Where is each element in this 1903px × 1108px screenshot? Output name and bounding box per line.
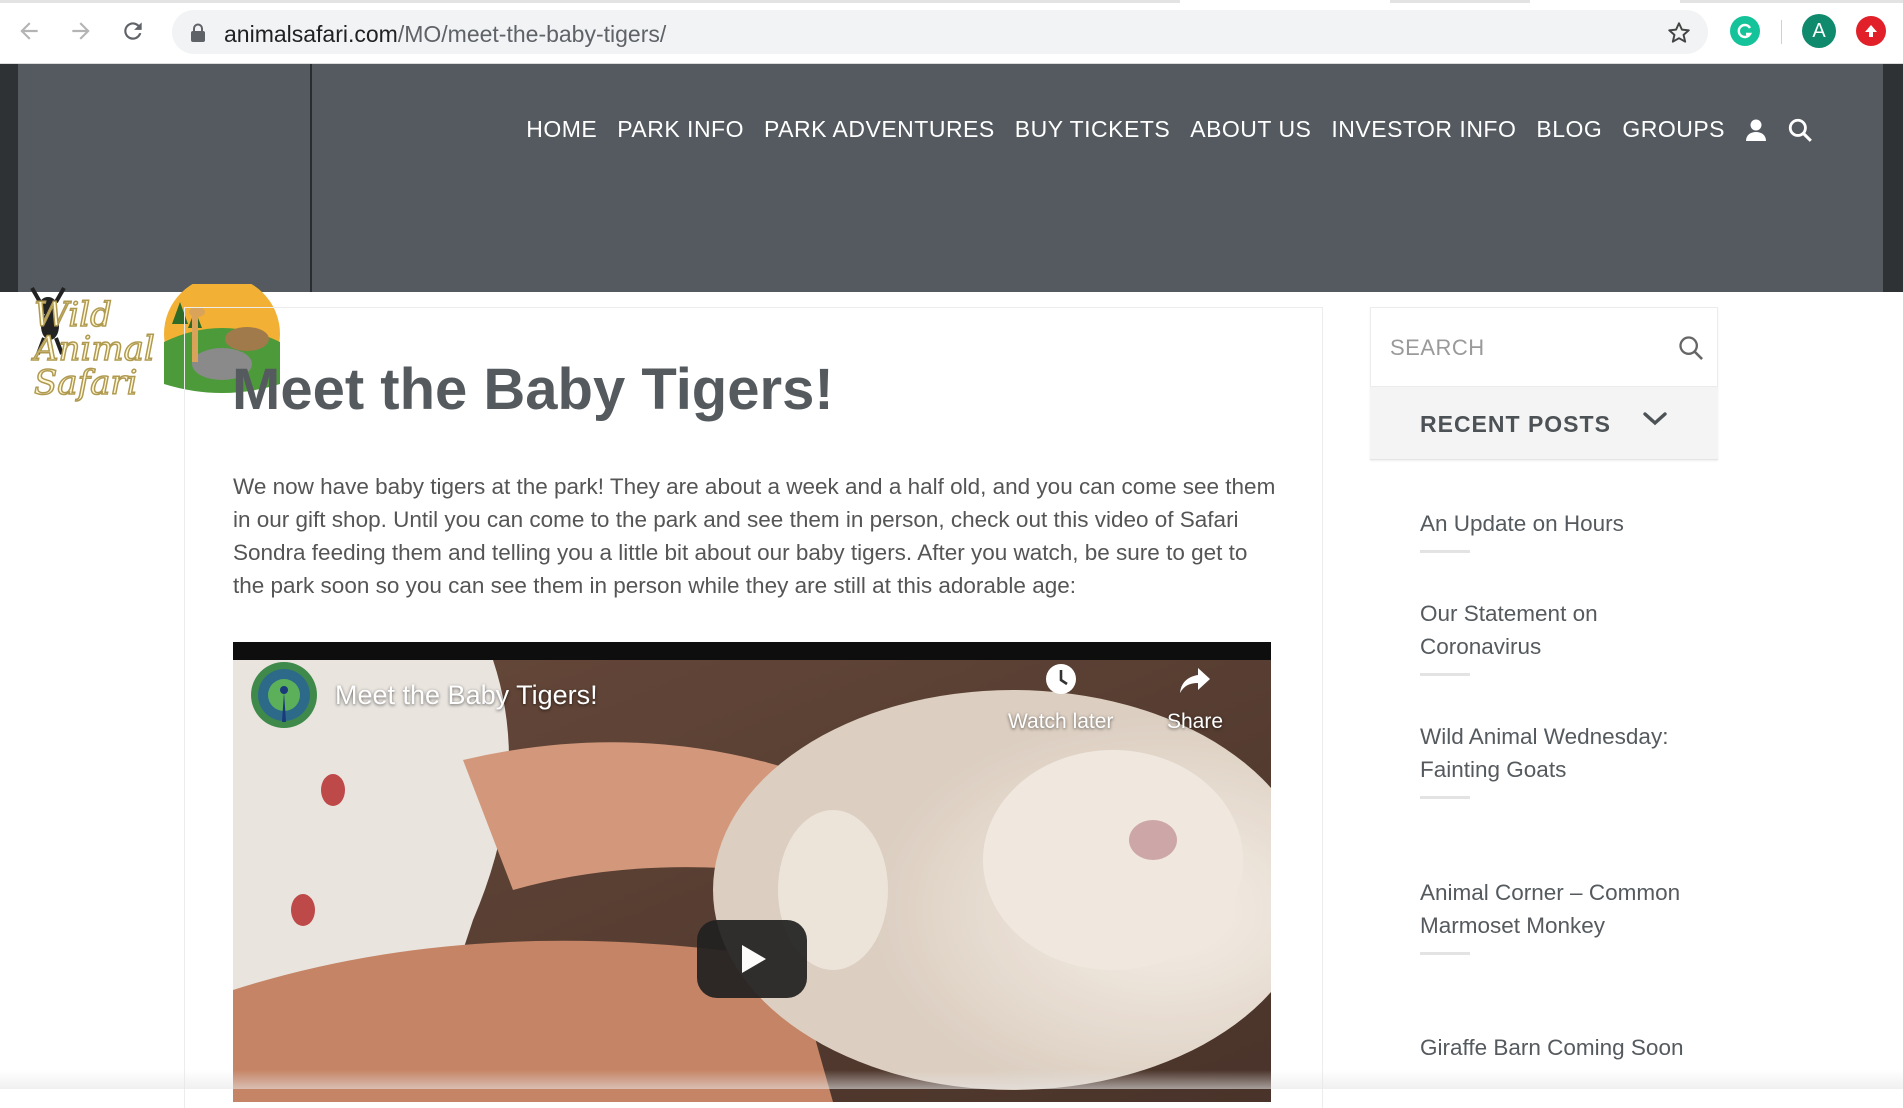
recent-post-link[interactable]: Our Statement on Coronavirus <box>1420 597 1690 663</box>
article-body: We now have baby tigers at the park! The… <box>233 474 1276 598</box>
video-player[interactable]: Meet the Baby Tigers! Watch later Share <box>233 642 1271 1102</box>
grammarly-icon[interactable] <box>1730 16 1760 46</box>
watch-later-label: Watch later <box>1008 710 1114 733</box>
profile-avatar-icon[interactable]: A <box>1802 14 1836 48</box>
search-input[interactable] <box>1388 328 1662 368</box>
url-path: /MO/meet-the-baby-tigers/ <box>397 21 667 47</box>
recent-post-link[interactable]: Animal Corner – Common Marmoset Monkey <box>1420 876 1690 942</box>
chevron-down-icon <box>1642 409 1668 434</box>
recent-post-link[interactable]: Wild Animal Wednesday: Fainting Goats <box>1420 720 1690 786</box>
header-edge-right <box>1883 64 1903 292</box>
video-thumbnail <box>233 660 1271 1102</box>
page-title: Meet the Baby Tigers! <box>232 357 834 422</box>
video-title[interactable]: Meet the Baby Tigers! <box>335 680 598 711</box>
share-button[interactable]: Share <box>1167 662 1223 734</box>
channel-avatar[interactable] <box>251 662 317 728</box>
back-arrow-icon[interactable] <box>14 16 44 46</box>
bottom-fade <box>0 1070 1903 1089</box>
main-nav: HOME PARK INFO PARK ADVENTURES BUY TICKE… <box>526 116 1813 143</box>
watch-later-button[interactable]: Watch later <box>1008 662 1113 734</box>
nav-about-us[interactable]: ABOUT US <box>1190 116 1311 143</box>
nav-park-info[interactable]: PARK INFO <box>617 116 744 143</box>
nav-park-adventures[interactable]: PARK ADVENTURES <box>764 116 995 143</box>
recent-posts-title: RECENT POSTS <box>1420 411 1611 437</box>
share-label: Share <box>1167 710 1224 733</box>
divider <box>1420 550 1470 553</box>
play-icon <box>742 945 766 973</box>
url-host: animalsafari.com <box>224 21 398 47</box>
video-letterbox <box>233 642 1271 660</box>
list-item: Wild Animal Wednesday: Fainting Goats <box>1420 720 1690 799</box>
nav-blog[interactable]: BLOG <box>1536 116 1602 143</box>
url-text: animalsafari.com/MO/meet-the-baby-tigers… <box>224 21 666 48</box>
logo-divider <box>310 64 312 292</box>
extension-icon[interactable] <box>1856 16 1886 46</box>
clock-icon <box>1045 664 1076 694</box>
nav-investor-info[interactable]: INVESTOR INFO <box>1331 116 1516 143</box>
list-item: An Update on Hours <box>1420 507 1690 553</box>
profile-initial: A <box>1812 19 1826 42</box>
star-icon[interactable] <box>1666 20 1692 51</box>
nav-home[interactable]: HOME <box>526 116 597 143</box>
search-icon[interactable] <box>1787 117 1813 143</box>
address-bar[interactable]: animalsafari.com/MO/meet-the-baby-tigers… <box>172 10 1708 54</box>
share-icon <box>1180 668 1211 693</box>
recent-post-link[interactable]: Giraffe Barn Coming Soon <box>1420 1031 1690 1064</box>
recent-posts-toggle[interactable]: RECENT POSTS <box>1370 387 1718 460</box>
divider <box>1420 952 1470 955</box>
header-edge-left <box>0 64 18 292</box>
divider <box>1420 673 1470 676</box>
reload-icon[interactable] <box>118 16 148 46</box>
list-item: Animal Corner – Common Marmoset Monkey <box>1420 876 1690 955</box>
recent-post-link[interactable]: An Update on Hours <box>1420 507 1690 540</box>
sidebar-search <box>1370 307 1718 387</box>
tab-strip <box>0 0 1903 3</box>
nav-groups[interactable]: GROUPS <box>1622 116 1725 143</box>
lock-icon <box>190 23 206 48</box>
user-icon[interactable] <box>1745 118 1767 142</box>
divider <box>1420 796 1470 799</box>
toolbar-divider <box>1781 20 1782 44</box>
list-item: Giraffe Barn Coming Soon <box>1420 1031 1690 1064</box>
logo-text: Wild Animal Safari <box>33 295 155 403</box>
search-icon[interactable] <box>1677 334 1705 367</box>
nav-buy-tickets[interactable]: BUY TICKETS <box>1015 116 1170 143</box>
browser-toolbar: animalsafari.com/MO/meet-the-baby-tigers… <box>0 0 1903 64</box>
forward-arrow-icon[interactable] <box>66 16 96 46</box>
site-header: HOME PARK INFO PARK ADVENTURES BUY TICKE… <box>0 64 1903 292</box>
play-button[interactable] <box>697 920 807 998</box>
list-item: Our Statement on Coronavirus <box>1420 597 1690 676</box>
